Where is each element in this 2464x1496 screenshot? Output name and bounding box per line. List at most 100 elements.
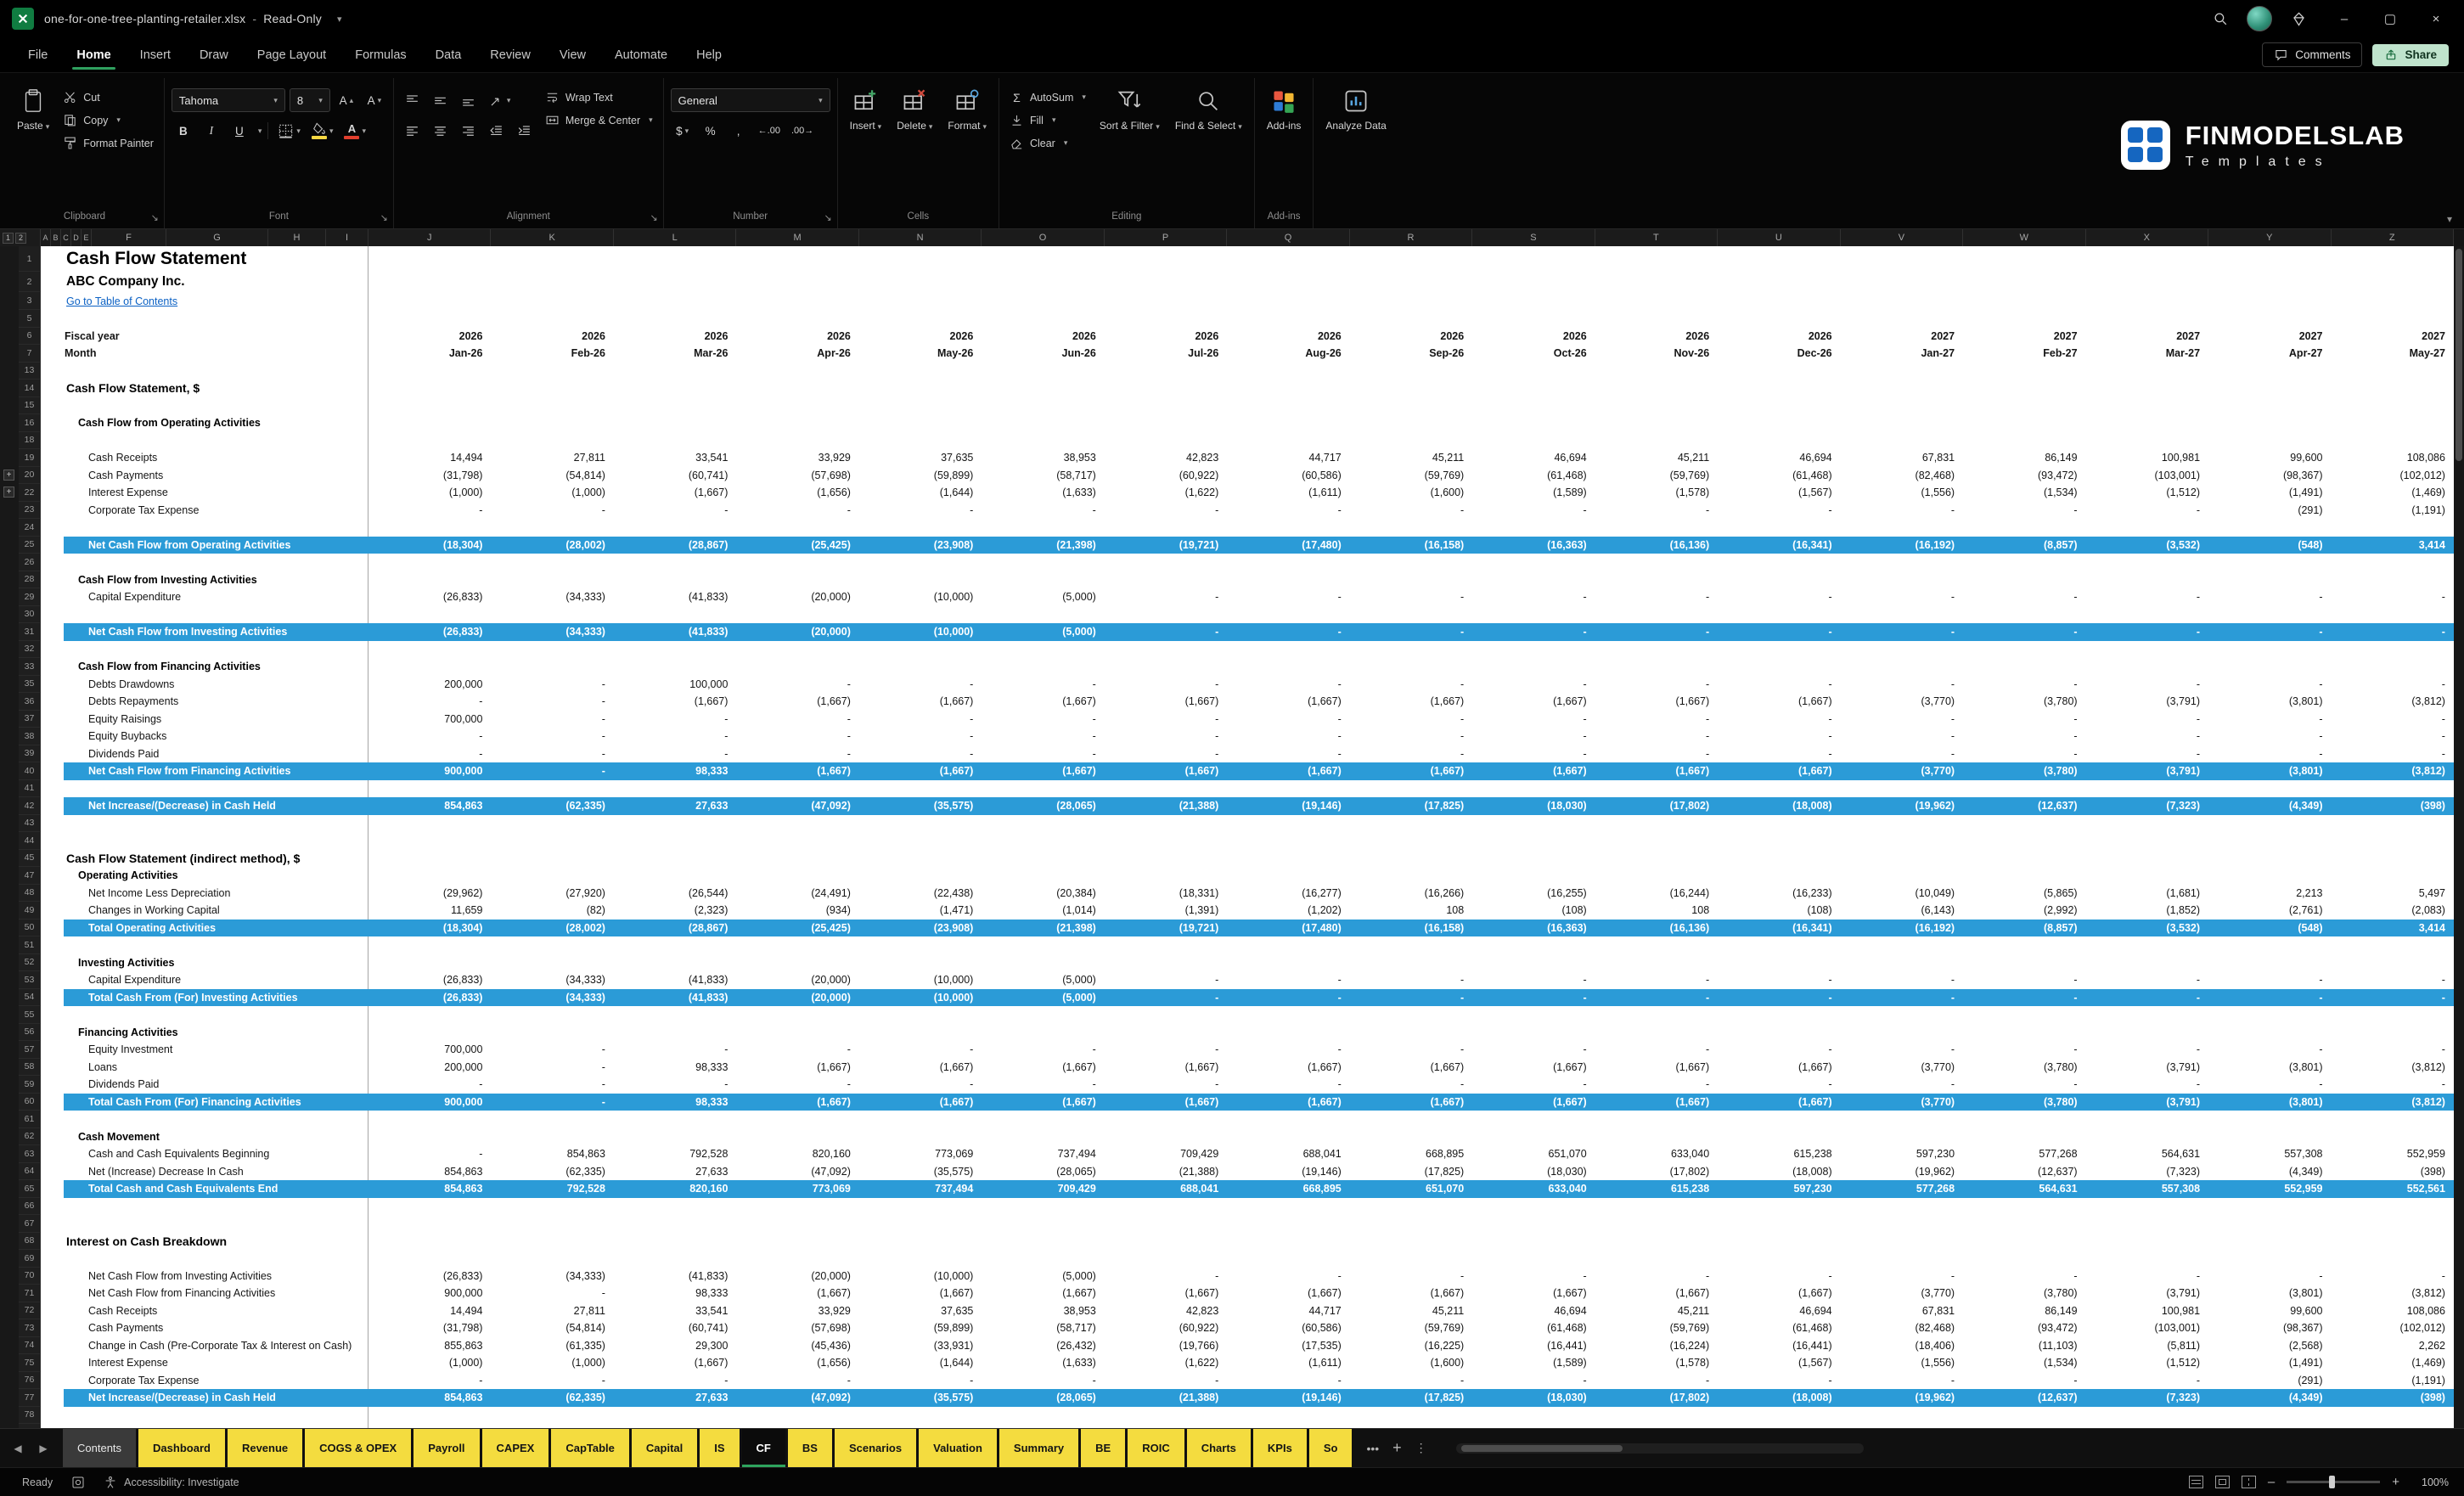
sheet-tab-valuation[interactable]: Valuation [919, 1429, 997, 1467]
cell-M41[interactable] [736, 780, 858, 798]
cell-T32[interactable] [1595, 641, 1718, 659]
cell-Q77[interactable]: (19,146) [1227, 1389, 1349, 1407]
cell-R45[interactable] [1350, 850, 1472, 868]
cell-K23[interactable]: - [491, 502, 613, 520]
cell-M67[interactable] [736, 1215, 858, 1233]
cell-U51[interactable] [1718, 936, 1840, 954]
cell-Q25[interactable]: (17,480) [1227, 537, 1349, 554]
cell-W7[interactable]: Feb-27 [1963, 345, 2085, 363]
cell-N18[interactable] [859, 432, 982, 450]
cell-J7[interactable]: Jan-26 [368, 345, 491, 363]
cell-R33[interactable] [1350, 658, 1472, 676]
cell-T67[interactable] [1595, 1215, 1718, 1233]
cell-Y78[interactable] [2208, 1407, 2331, 1425]
cell-N40[interactable]: (1,667) [859, 762, 982, 780]
cell-K60[interactable]: - [491, 1094, 613, 1111]
cell-P52[interactable] [1105, 954, 1227, 972]
cell-N60[interactable]: (1,667) [859, 1094, 982, 1111]
cell-T69[interactable] [1595, 1250, 1718, 1268]
cell-N59[interactable]: - [859, 1076, 982, 1094]
row-header-70[interactable]: 70 [19, 1268, 41, 1285]
cell-S71[interactable]: (1,667) [1472, 1285, 1595, 1302]
cell-Y63[interactable]: 557,308 [2208, 1145, 2331, 1163]
cell-R67[interactable] [1350, 1215, 1472, 1233]
cell-Y31[interactable]: - [2208, 623, 2331, 641]
row-header-30[interactable]: 30 [19, 606, 41, 624]
row-label[interactable]: Cash Flow Statement [41, 246, 368, 272]
cell-Y26[interactable] [2208, 554, 2331, 571]
cell-S18[interactable] [1472, 432, 1595, 450]
cell-Y35[interactable]: - [2208, 676, 2331, 694]
cell-L74[interactable]: 29,300 [614, 1337, 736, 1355]
cell-S49[interactable]: (108) [1472, 902, 1595, 920]
cell-L39[interactable]: - [614, 745, 736, 763]
find-select-button[interactable]: Find & Select▾ [1170, 80, 1247, 136]
cell-X60[interactable]: (3,791) [2086, 1094, 2208, 1111]
row-header-44[interactable]: 44 [19, 832, 41, 850]
cell-Y25[interactable]: (548) [2208, 537, 2331, 554]
cell-R68[interactable] [1350, 1233, 1472, 1251]
row-header-18[interactable]: 18 [19, 432, 41, 450]
cell-T59[interactable]: - [1595, 1076, 1718, 1094]
cell-V6[interactable]: 2027 [1841, 328, 1963, 346]
cell-L13[interactable] [614, 363, 736, 380]
row-header-48[interactable]: 48 [19, 885, 41, 903]
cell-Q36[interactable]: (1,667) [1227, 693, 1349, 711]
outline-level-1[interactable]: 1 [3, 233, 14, 244]
column-header-F[interactable]: F [92, 229, 166, 246]
cell-X57[interactable]: - [2086, 1041, 2208, 1059]
cell-X43[interactable] [2086, 815, 2208, 833]
delete-cells-button[interactable]: Delete▾ [892, 80, 937, 135]
cell-T30[interactable] [1595, 606, 1718, 624]
cell-Y66[interactable] [2208, 1198, 2331, 1216]
cell-N23[interactable]: - [859, 502, 982, 520]
cell-Z51[interactable] [2332, 936, 2454, 954]
horizontal-scrollbar[interactable] [1456, 1443, 1864, 1454]
cell-P23[interactable]: - [1105, 502, 1227, 520]
row-header-71[interactable]: 71 [19, 1285, 41, 1302]
cell-Y60[interactable]: (3,801) [2208, 1094, 2331, 1111]
cell-Q45[interactable] [1227, 850, 1349, 868]
cell-K59[interactable]: - [491, 1076, 613, 1094]
cell-X32[interactable] [2086, 641, 2208, 659]
row-label[interactable]: Cash Flow from Financing Activities [41, 658, 368, 676]
cell-O70[interactable]: (5,000) [982, 1268, 1104, 1285]
cell-K37[interactable]: - [491, 711, 613, 728]
cell-Z60[interactable]: (3,812) [2332, 1094, 2454, 1111]
cell-L20[interactable]: (60,741) [614, 467, 736, 485]
cell-Z68[interactable] [2332, 1233, 2454, 1251]
cell-X61[interactable] [2086, 1111, 2208, 1128]
cell-X51[interactable] [2086, 936, 2208, 954]
cell-O19[interactable]: 38,953 [982, 449, 1104, 467]
cell-S56[interactable] [1472, 1024, 1595, 1042]
row-label[interactable]: Cash Payments [41, 1319, 368, 1337]
cell-P22[interactable]: (1,622) [1105, 484, 1227, 502]
cell-O30[interactable] [982, 606, 1104, 624]
cell-R36[interactable]: (1,667) [1350, 693, 1472, 711]
cell-M19[interactable]: 33,929 [736, 449, 858, 467]
cell-S38[interactable]: - [1472, 728, 1595, 745]
cell-X38[interactable]: - [2086, 728, 2208, 745]
cell-Z47[interactable] [2332, 867, 2454, 885]
row-label[interactable]: Total Operating Activities [41, 920, 368, 937]
cell-Y71[interactable]: (3,801) [2208, 1285, 2331, 1302]
cell-T3[interactable] [1595, 292, 1718, 310]
cell-Z58[interactable]: (3,812) [2332, 1059, 2454, 1077]
cell-V73[interactable]: (82,468) [1841, 1319, 1963, 1337]
column-header-N[interactable]: N [859, 229, 982, 246]
cell-W1[interactable] [1963, 246, 2085, 272]
cell-R29[interactable]: - [1350, 588, 1472, 606]
cell-O13[interactable] [982, 363, 1104, 380]
cell-K45[interactable] [491, 850, 613, 868]
cell-Z61[interactable] [2332, 1111, 2454, 1128]
cell-Z30[interactable] [2332, 606, 2454, 624]
cell-S52[interactable] [1472, 954, 1595, 972]
cell-U3[interactable] [1718, 292, 1840, 310]
cell-K28[interactable] [491, 571, 613, 589]
cell-N74[interactable]: (33,931) [859, 1337, 982, 1355]
cell-R24[interactable] [1350, 519, 1472, 537]
cell-X68[interactable] [2086, 1233, 2208, 1251]
cell-J59[interactable]: - [368, 1076, 491, 1094]
cell-S35[interactable]: - [1472, 676, 1595, 694]
cell-V31[interactable]: - [1841, 623, 1963, 641]
